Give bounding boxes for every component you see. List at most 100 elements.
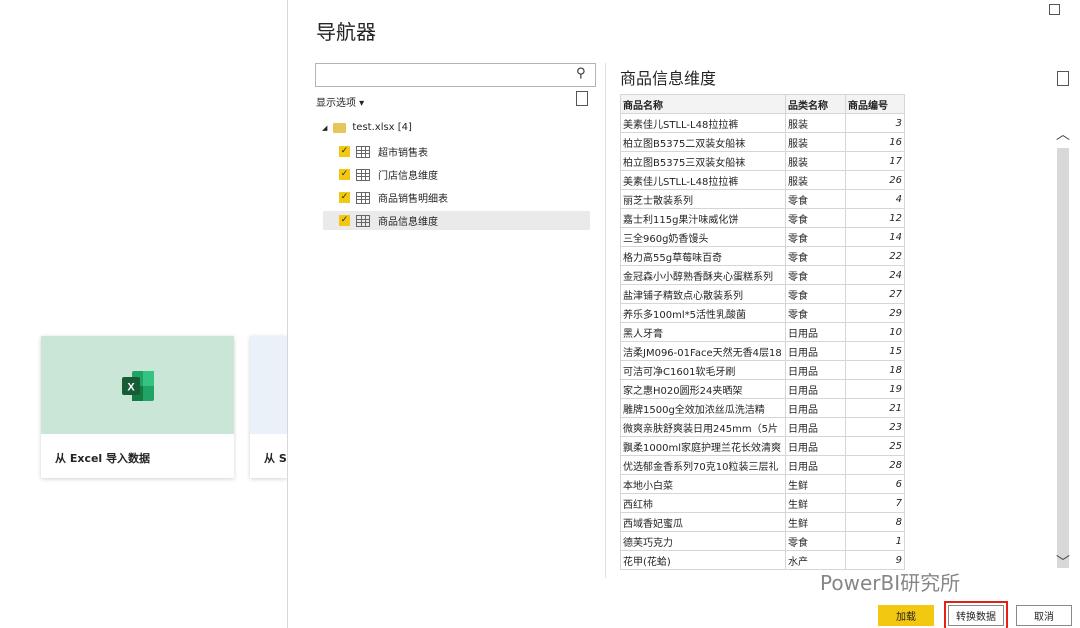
table-row: 德芙巧克力 零食 1 <box>620 531 905 551</box>
tree-root-label: test.xlsx [4] <box>352 122 412 133</box>
table-icon <box>356 191 370 204</box>
tree-item-supermarket-sales[interactable]: ✓ 超市销售表 <box>323 142 590 161</box>
search-icon[interactable]: ⚲ <box>576 66 586 81</box>
search-input[interactable] <box>315 63 596 87</box>
table-cell: 23 <box>845 417 905 437</box>
checkbox-icon[interactable]: ✓ <box>339 146 350 157</box>
second-card-label: 从 S <box>264 452 287 465</box>
table-cell: 优选郁金香系列70克10粒装三层礼 <box>620 455 786 475</box>
collapse-triangle-icon[interactable]: ◢ <box>322 124 327 132</box>
table-cell: 6 <box>845 474 905 494</box>
table-row: 金冠森小小醇熟香酥夹心蛋糕系列 零食 24 <box>620 265 905 285</box>
table-cell: 格力高55g草莓味百奇 <box>620 246 786 266</box>
table-cell: 可洁可净C1601软毛牙刷 <box>620 360 786 380</box>
tree-root-file[interactable]: ◢ test.xlsx [4] <box>322 122 412 133</box>
table-cell: 养乐多100ml*5活性乳酸菌 <box>620 303 786 323</box>
table-row: 美素佳儿STLL-L48拉拉裤 服装 26 <box>620 170 905 190</box>
table-row: 雕牌1500g全效加浓丝瓜洗洁精 日用品 21 <box>620 398 905 418</box>
table-cell: 零食 <box>785 246 846 266</box>
table-cell: 日用品 <box>785 398 846 418</box>
table-cell: 零食 <box>785 208 846 228</box>
table-cell: 西红柿 <box>620 493 786 513</box>
table-cell: 柏立图B5375二双装女船袜 <box>620 132 786 152</box>
table-cell: 25 <box>845 436 905 456</box>
vertical-scrollbar[interactable] <box>1057 148 1069 568</box>
table-cell: 日用品 <box>785 379 846 399</box>
table-cell: 7 <box>845 493 905 513</box>
checkbox-icon[interactable]: ✓ <box>339 215 350 226</box>
table-row: 美素佳儿STLL-L48拉拉裤 服装 3 <box>620 113 905 133</box>
table-cell: 服装 <box>785 113 846 133</box>
table-cell: 15 <box>845 341 905 361</box>
table-cell: 28 <box>845 455 905 475</box>
table-row: 柏立图B5375三双装女船袜 服装 17 <box>620 151 905 171</box>
table-cell: 家之惠H020圆形24夹晒架 <box>620 379 786 399</box>
svg-text:X: X <box>127 382 135 394</box>
table-cell: 零食 <box>785 531 846 551</box>
table-cell: 生鲜 <box>785 474 846 494</box>
table-cell: 金冠森小小醇熟香酥夹心蛋糕系列 <box>620 265 786 285</box>
table-cell: 生鲜 <box>785 493 846 513</box>
table-row: 丽芝士散装系列 零食 4 <box>620 189 905 209</box>
tree-item-product-dimension[interactable]: ✓ 商品信息维度 <box>323 211 590 230</box>
table-row: 微爽亲肤舒爽装日用245mm（5片 日用品 23 <box>620 417 905 437</box>
table-row: 飘柔1000ml家庭护理兰花长效清爽 日用品 25 <box>620 436 905 456</box>
table-cell: 4 <box>845 189 905 209</box>
table-cell: 日用品 <box>785 360 846 380</box>
table-row: 优选郁金香系列70克10粒装三层礼 日用品 28 <box>620 455 905 475</box>
table-row: 可洁可净C1601软毛牙刷 日用品 18 <box>620 360 905 380</box>
column-header[interactable]: 品类名称 <box>785 94 846 114</box>
table-cell: 17 <box>845 151 905 171</box>
table-cell: 26 <box>845 170 905 190</box>
table-icon <box>356 145 370 158</box>
transform-data-button[interactable]: 转换数据 <box>944 601 1008 628</box>
cancel-button[interactable]: 取消 <box>1016 605 1072 626</box>
second-import-card[interactable]: 从 S <box>250 336 287 478</box>
tree-item-store-dimension[interactable]: ✓ 门店信息维度 <box>323 165 590 184</box>
tree-item-label: 商品销售明细表 <box>378 194 448 205</box>
checkbox-icon[interactable]: ✓ <box>339 192 350 203</box>
column-header[interactable]: 商品编号 <box>845 94 905 114</box>
table-cell: 日用品 <box>785 322 846 342</box>
table-icon <box>356 168 370 181</box>
folder-icon <box>333 122 347 133</box>
table-cell: 服装 <box>785 170 846 190</box>
scroll-down-icon[interactable]: ﹀ <box>1056 552 1070 572</box>
table-cell: 西域香妃蜜瓜 <box>620 512 786 532</box>
table-cell: 27 <box>845 284 905 304</box>
table-cell: 本地小白菜 <box>620 474 786 494</box>
table-cell: 服装 <box>785 151 846 171</box>
checkbox-icon[interactable]: ✓ <box>339 169 350 180</box>
table-cell: 微爽亲肤舒爽装日用245mm（5片 <box>620 417 786 437</box>
table-row: 本地小白菜 生鲜 6 <box>620 474 905 494</box>
tree-item-product-sales-detail[interactable]: ✓ 商品销售明细表 <box>323 188 590 207</box>
table-cell: 零食 <box>785 265 846 285</box>
background-area <box>0 0 287 628</box>
table-row: 盐津铺子精致点心散装系列 零食 27 <box>620 284 905 304</box>
excel-import-card[interactable]: 从 Excel 导入数据 <box>41 336 234 478</box>
table-cell: 日用品 <box>785 455 846 475</box>
pane-divider <box>605 63 606 578</box>
table-cell: 洁柔JM096-01Face天然无香4层18 <box>620 341 786 361</box>
maximize-icon[interactable] <box>1049 4 1060 15</box>
table-cell: 黑人牙膏 <box>620 322 786 342</box>
table-header-row: 商品名称 品类名称 商品编号 <box>620 94 905 114</box>
scroll-up-icon[interactable]: ︿ <box>1056 124 1070 144</box>
table-row: 养乐多100ml*5活性乳酸菌 零食 29 <box>620 303 905 323</box>
column-header[interactable]: 商品名称 <box>620 94 786 114</box>
table-icon <box>356 214 370 227</box>
view-options-icon[interactable] <box>1057 71 1069 86</box>
load-button[interactable]: 加载 <box>878 605 934 626</box>
table-cell: 零食 <box>785 227 846 247</box>
table-cell: 3 <box>845 113 905 133</box>
table-cell: 日用品 <box>785 417 846 437</box>
table-cell: 24 <box>845 265 905 285</box>
table-cell: 日用品 <box>785 436 846 456</box>
table-row: 三全960g奶香馒头 零食 14 <box>620 227 905 247</box>
table-cell: 12 <box>845 208 905 228</box>
preview-table: 商品名称 品类名称 商品编号 美素佳儿STLL-L48拉拉裤 服装 3 柏立图B537… <box>620 94 905 570</box>
refresh-document-icon[interactable] <box>576 91 588 106</box>
table-cell: 22 <box>845 246 905 266</box>
display-options-dropdown[interactable]: 显示选项 ▾ <box>316 94 364 109</box>
table-cell: 雕牌1500g全效加浓丝瓜洗洁精 <box>620 398 786 418</box>
